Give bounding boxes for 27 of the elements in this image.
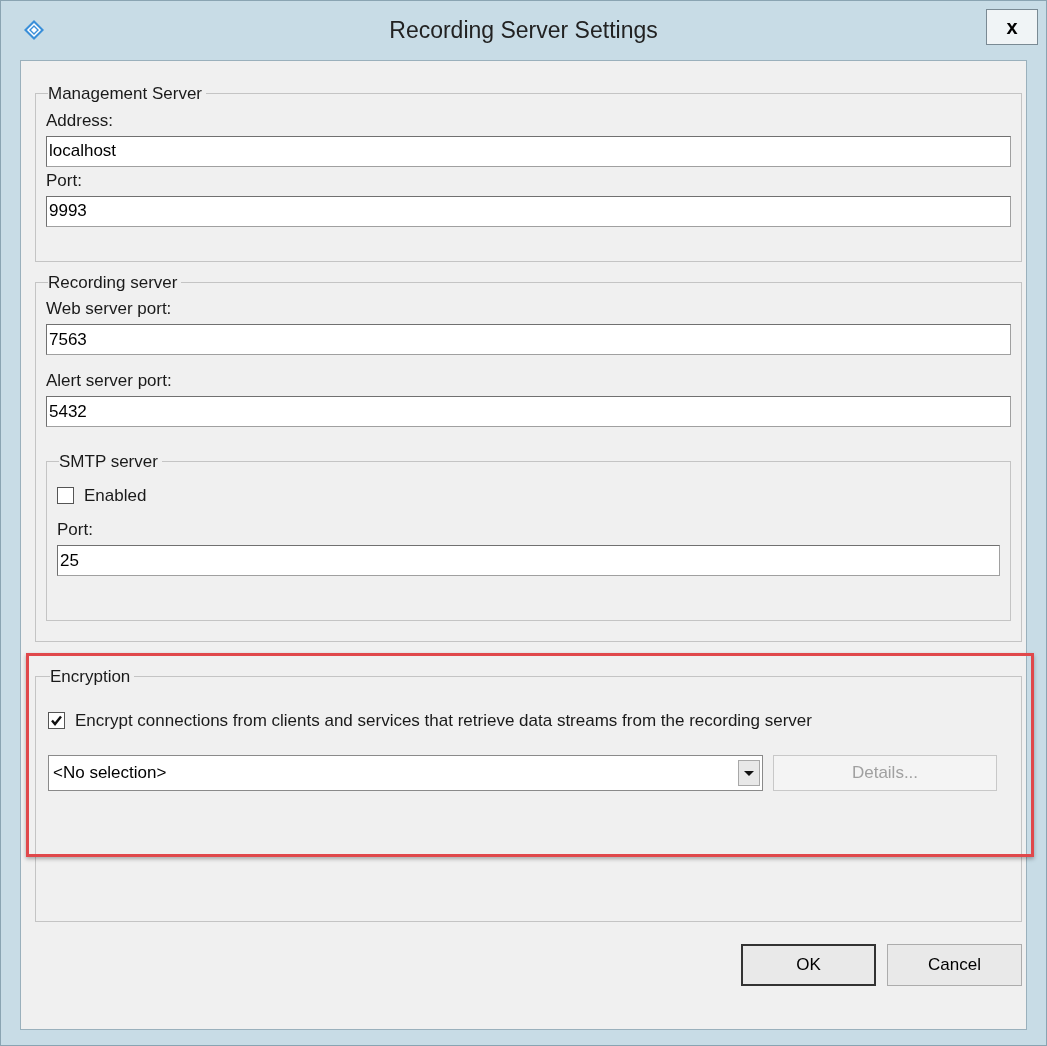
field-label: Port: xyxy=(46,170,82,191)
text-field[interactable]: 7563 xyxy=(46,324,1011,355)
certificate-dropdown[interactable]: <No selection> xyxy=(48,755,763,791)
close-button[interactable]: x xyxy=(986,9,1038,45)
text-field[interactable]: localhost xyxy=(46,135,1011,167)
field-label: Port: xyxy=(57,520,93,540)
dropdown-caret-icon xyxy=(738,760,760,786)
checkbox[interactable] xyxy=(57,486,74,504)
app-icon xyxy=(23,19,45,41)
field-label: Address: xyxy=(46,110,114,131)
checkbox-label: Encrypt connections from clients and services that retrieve data streams from the recording server xyxy=(75,709,812,732)
text-field[interactable]: 9993 xyxy=(46,195,1011,227)
text-field[interactable]: 5432 xyxy=(46,396,1011,427)
checkbox-label: Enabled xyxy=(84,484,147,507)
window-title: Recording Server Settings xyxy=(389,16,658,46)
dropdown-value: <No selection> xyxy=(53,762,167,785)
checkmark-icon xyxy=(50,713,63,727)
group-title: Management Server xyxy=(48,83,204,105)
group-title: SMTP server xyxy=(59,451,159,473)
checkbox[interactable] xyxy=(48,711,65,729)
dialog-button[interactable]: OK xyxy=(741,944,876,986)
field-label: Alert server port: xyxy=(46,371,172,391)
field-label: Web server port: xyxy=(46,299,172,319)
text-field[interactable]: 25 xyxy=(57,545,1000,576)
dialog-button[interactable]: Cancel xyxy=(887,944,1022,986)
group-title: Encryption xyxy=(50,666,132,688)
group-title: Recording server xyxy=(48,271,179,294)
